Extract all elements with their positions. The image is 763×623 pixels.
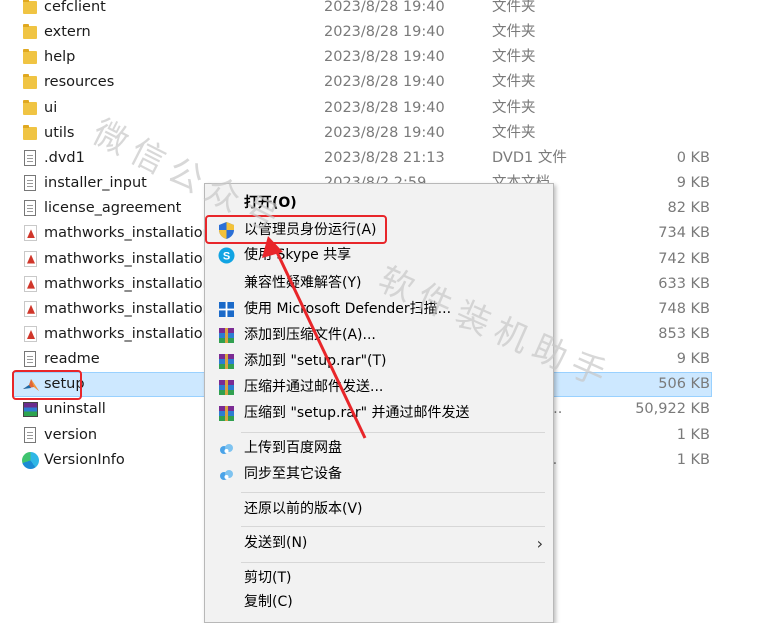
annotation-arrow [262, 236, 367, 439]
